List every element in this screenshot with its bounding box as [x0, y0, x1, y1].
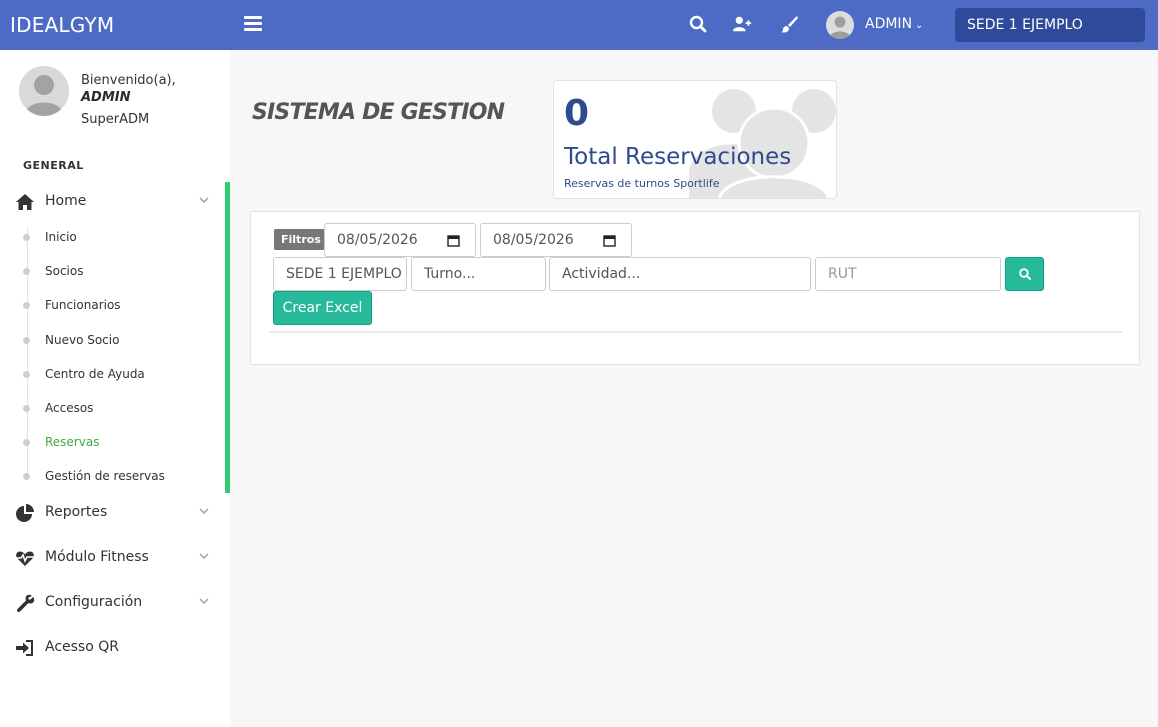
nav-fitness-label: Módulo Fitness — [45, 549, 149, 565]
profile-role: SuperADM — [81, 112, 150, 127]
sidebar-item-inicio[interactable]: Inicio — [23, 228, 218, 248]
stat-label: Total Reservaciones — [564, 144, 792, 170]
sidebar-item-gestion-reservas[interactable]: Gestión de reservas — [23, 467, 218, 487]
search-icon[interactable] — [688, 14, 708, 34]
filter-panel: Filtros 08/05/2026 08/05/2026 SEDE 1 EJE… — [250, 211, 1140, 365]
date-to-value: 08/05/2026 — [493, 232, 574, 248]
bullet-icon — [23, 234, 30, 241]
nav-configuracion[interactable]: Configuración — [15, 591, 215, 615]
nav-acesso-qr[interactable]: Acesso QR — [15, 636, 215, 660]
bullet-icon — [23, 473, 30, 480]
stat-subtitle: Reservas de turnos Sportlife — [564, 177, 720, 190]
bullet-icon — [23, 371, 30, 378]
date-to-input[interactable]: 08/05/2026 — [480, 223, 632, 257]
sidebar-item-socios[interactable]: Socios — [23, 262, 218, 282]
stat-card-reservaciones: 0 Total Reservaciones Reservas de turnos… — [553, 80, 837, 199]
calendar-icon[interactable] — [447, 234, 460, 247]
chevron-down-icon — [199, 553, 209, 560]
nav-config-label: Configuración — [45, 594, 143, 610]
top-navbar: IDEALGYM ADMIN ⌄ SEDE 1 EJEMPLO — [0, 0, 1158, 50]
sidebar-item-label: Reservas — [45, 435, 100, 449]
menu-icon[interactable] — [244, 16, 262, 32]
user-avatar[interactable] — [826, 11, 854, 39]
rut-input[interactable]: RUT — [815, 257, 1001, 291]
bullet-icon — [23, 439, 30, 446]
calendar-icon[interactable] — [603, 234, 616, 247]
sidebar-item-label: Nuevo Socio — [45, 333, 120, 347]
nav-modulo-fitness[interactable]: Módulo Fitness — [15, 546, 215, 570]
home-icon — [16, 194, 34, 210]
nav-reportes[interactable]: Reportes — [15, 501, 215, 525]
create-excel-button[interactable]: Crear Excel — [273, 291, 372, 325]
stat-value: 0 — [564, 93, 590, 134]
sidebar: Bienvenido(a), ADMIN SuperADM GENERAL Ho… — [0, 50, 230, 727]
bullet-icon — [23, 268, 30, 275]
sidebar-item-label: Centro de Ayuda — [45, 367, 145, 381]
bullet-icon — [23, 337, 30, 344]
user-name: ADMIN — [865, 16, 913, 32]
chevron-down-icon: ⌄ — [915, 20, 924, 31]
chevron-down-icon — [199, 598, 209, 605]
sede-filter-select[interactable]: SEDE 1 EJEMPLO — [273, 257, 407, 291]
nav-home-label: Home — [45, 193, 87, 209]
divider — [269, 331, 1122, 333]
profile-avatar — [19, 66, 69, 116]
sidebar-item-accesos[interactable]: Accesos — [23, 399, 218, 419]
page-title: SISTEMA DE GESTION — [252, 100, 505, 125]
sidebar-item-funcionarios[interactable]: Funcionarios — [23, 296, 218, 316]
user-menu[interactable]: ADMIN ⌄ — [865, 16, 923, 32]
nav-home[interactable]: Home — [15, 190, 215, 214]
brand-logo[interactable]: IDEALGYM — [10, 13, 114, 37]
sede-selector[interactable]: SEDE 1 EJEMPLO — [955, 8, 1145, 42]
filter-badge: Filtros — [274, 229, 328, 250]
date-from-value: 08/05/2026 — [337, 232, 418, 248]
pie-chart-icon — [16, 504, 34, 522]
bullet-icon — [23, 405, 30, 412]
nav-reportes-label: Reportes — [45, 504, 108, 520]
sidebar-item-label: Accesos — [45, 401, 94, 415]
sidebar-item-label: Funcionarios — [45, 298, 121, 312]
turno-select[interactable]: Turno... — [411, 257, 546, 291]
heartbeat-icon — [16, 551, 34, 566]
profile-name: ADMIN — [81, 90, 131, 105]
sidebar-item-label: Socios — [45, 264, 84, 278]
sidebar-item-label: Gestión de reservas — [45, 469, 165, 483]
sidebar-item-nuevo-socio[interactable]: Nuevo Socio — [23, 331, 218, 351]
sidebar-item-centro-ayuda[interactable]: Centro de Ayuda — [23, 365, 218, 385]
date-from-input[interactable]: 08/05/2026 — [324, 223, 476, 257]
user-plus-icon[interactable] — [732, 14, 752, 34]
chevron-down-icon — [199, 508, 209, 515]
wrench-icon — [16, 594, 35, 613]
welcome-text: Bienvenido(a), — [81, 73, 176, 88]
sign-in-icon — [16, 640, 33, 656]
chevron-down-icon — [199, 197, 209, 204]
active-indicator — [225, 182, 230, 493]
sidebar-item-label: Inicio — [45, 230, 77, 244]
sidebar-item-reservas[interactable]: Reservas — [23, 433, 218, 453]
paintbrush-icon[interactable] — [779, 14, 799, 34]
section-title-general: GENERAL — [23, 159, 84, 172]
search-button[interactable] — [1005, 257, 1044, 291]
search-icon — [1019, 268, 1031, 280]
nav-qr-label: Acesso QR — [45, 639, 119, 655]
actividad-select[interactable]: Actividad... — [549, 257, 811, 291]
bullet-icon — [23, 302, 30, 309]
